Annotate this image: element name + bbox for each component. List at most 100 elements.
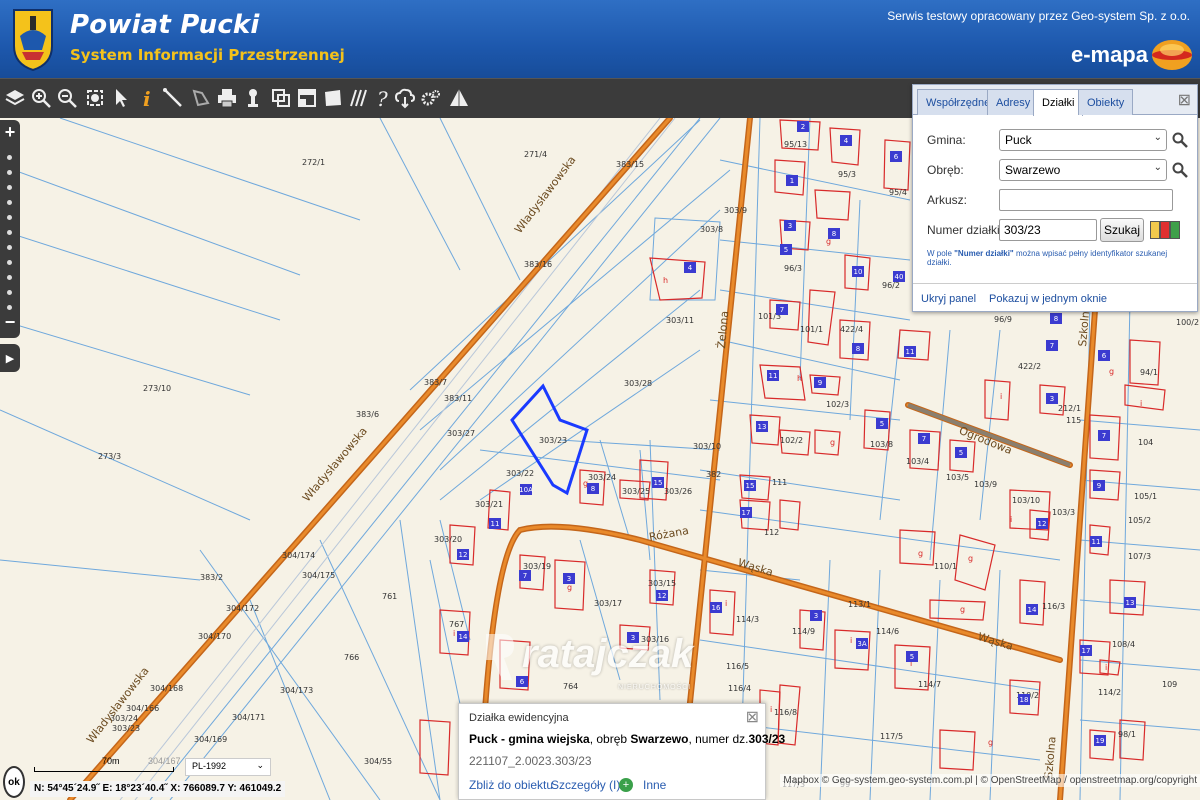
parcel-label[interactable]: 96/9 <box>994 315 1012 324</box>
parcel-label[interactable]: 271/4 <box>524 150 547 159</box>
zoom-level-dot[interactable] <box>7 185 12 190</box>
parcel-label[interactable]: 303/26 <box>664 487 692 496</box>
parcel-label[interactable]: 383/11 <box>444 394 472 403</box>
info-icon[interactable]: i <box>134 83 160 113</box>
parcel-label[interactable]: 103/3 <box>1052 508 1075 517</box>
zoom-level-dot[interactable] <box>7 245 12 250</box>
zoom-level-dot[interactable] <box>7 275 12 280</box>
parcel-label[interactable]: 304/172 <box>226 604 259 613</box>
parcel-label[interactable]: 103/4 <box>906 457 929 466</box>
parcel-label[interactable]: 304/166 <box>126 704 159 713</box>
parcel-label[interactable]: 95/4 <box>889 188 907 197</box>
parcel-label[interactable]: 103/5 <box>946 473 969 482</box>
parcel-label[interactable]: 304/55 <box>364 757 392 766</box>
parcel-label[interactable]: 304/174 <box>282 551 315 560</box>
parcel-label[interactable]: 96/3 <box>784 264 802 273</box>
parcel-label[interactable]: 95/13 <box>784 140 807 149</box>
close-icon[interactable]: ⊠ <box>1178 90 1191 110</box>
crs-select[interactable]: PL-1992 ⌄ <box>185 758 271 776</box>
search-icon[interactable] <box>1172 162 1188 178</box>
parcel-label[interactable]: 103/9 <box>974 480 997 489</box>
measure-line-icon[interactable] <box>160 83 186 113</box>
swatch-yellow[interactable] <box>1150 221 1160 239</box>
parcel-label[interactable]: 303/23 <box>112 724 140 733</box>
parcel-label[interactable]: 113/1 <box>848 600 871 609</box>
parcel-label[interactable]: 112 <box>764 528 779 537</box>
parcel-label[interactable]: 115 <box>1066 416 1081 425</box>
zoom-level-dot[interactable] <box>7 230 12 235</box>
parcel-label[interactable]: 116/8 <box>774 708 797 717</box>
parcel-label[interactable]: 103/8 <box>870 440 893 449</box>
parcel-label[interactable]: 111 <box>772 478 787 487</box>
parcel-label[interactable]: 761 <box>382 592 397 601</box>
zoom-plus-button[interactable]: + <box>0 122 20 143</box>
zoom-in-icon[interactable] <box>28 83 54 113</box>
parcel-label[interactable]: 303/8 <box>700 225 723 234</box>
zoom-slider[interactable]: + − <box>0 120 20 338</box>
zoom-level-dot[interactable] <box>7 305 12 310</box>
zoom-level-dot[interactable] <box>7 200 12 205</box>
parcel-label[interactable]: 108/4 <box>1112 640 1135 649</box>
pin-icon[interactable] <box>240 83 266 113</box>
parcel-label[interactable]: 116/5 <box>726 662 749 671</box>
swatch-red[interactable] <box>1160 221 1170 239</box>
copy-icon[interactable] <box>268 83 294 113</box>
parcel-label[interactable]: 383/16 <box>524 260 552 269</box>
zoom-level-dot[interactable] <box>7 260 12 265</box>
expand-panel-button[interactable]: ▶ <box>0 344 20 372</box>
parcel-label[interactable]: 273/3 <box>98 452 121 461</box>
parcel-label[interactable]: 114/9 <box>792 627 815 636</box>
parcel-label[interactable]: 767 <box>449 620 464 629</box>
tab-obiekty[interactable]: Obiekty <box>1078 89 1134 115</box>
parcel-label[interactable]: 105/1 <box>1134 492 1157 501</box>
parcel-label[interactable]: 382 <box>706 470 721 479</box>
parcel-label[interactable]: 104 <box>1138 438 1153 447</box>
zoom-level-dot[interactable] <box>7 290 12 295</box>
parcel-label[interactable]: 303/22 <box>506 469 534 478</box>
swatch-green[interactable] <box>1170 221 1180 239</box>
parcel-label[interactable]: 422/2 <box>1018 362 1041 371</box>
pointer-icon[interactable] <box>108 83 134 113</box>
parcel-label[interactable]: 304/170 <box>198 632 231 641</box>
parcel-label-selected[interactable]: 303/23 <box>539 436 567 445</box>
parcel-label[interactable]: 103/10 <box>1012 496 1040 505</box>
parcel-label[interactable]: 303/15 <box>648 579 676 588</box>
emapa-logo-text[interactable]: e-mapa <box>1071 42 1148 68</box>
parcel-number-field[interactable]: 303/23 <box>999 219 1097 241</box>
parcel-label[interactable]: 303/24 <box>588 473 616 482</box>
parcel-label[interactable]: 102/2 <box>780 436 803 445</box>
search-icon[interactable] <box>1172 132 1188 148</box>
parcel-label[interactable]: 303/28 <box>624 379 652 388</box>
parcel-label[interactable]: 96/2 <box>882 281 900 290</box>
print-icon[interactable] <box>214 83 240 113</box>
parcel-label[interactable]: 303/9 <box>724 206 747 215</box>
parcel-label[interactable]: 304/171 <box>232 713 265 722</box>
parcel-label[interactable]: 116/4 <box>728 684 751 693</box>
hide-panel-link[interactable]: Ukryj panel <box>921 293 976 305</box>
parcel-label[interactable]: 212/1 <box>1058 404 1081 413</box>
zoom-level-dot[interactable] <box>7 170 12 175</box>
parcel-label[interactable]: 422/4 <box>840 325 863 334</box>
parcel-label[interactable]: 303/25 <box>622 487 650 496</box>
more-link[interactable]: Inne <box>643 778 666 792</box>
layout-icon[interactable] <box>294 83 320 113</box>
parcel-label[interactable]: 101/1 <box>800 325 823 334</box>
layers-icon[interactable] <box>2 83 28 113</box>
zoom-out-icon[interactable] <box>54 83 80 113</box>
parcel-label[interactable]: 272/1 <box>302 158 325 167</box>
zoom-extent-icon[interactable] <box>82 83 108 113</box>
parcel-label[interactable]: 303/10 <box>693 442 721 451</box>
zoom-level-dot[interactable] <box>7 155 12 160</box>
parcel-label[interactable]: 102/3 <box>826 400 849 409</box>
parcel-label[interactable]: 114/6 <box>876 627 899 636</box>
parcel-label[interactable]: 95/3 <box>838 170 856 179</box>
parcel-label[interactable]: 273/10 <box>143 384 171 393</box>
tab-adresy[interactable]: Adresy <box>987 89 1040 115</box>
parcel-label[interactable]: 304/173 <box>280 686 313 695</box>
plus-icon[interactable]: + <box>619 778 633 792</box>
parcel-label[interactable]: 766 <box>344 653 359 662</box>
parcel-label[interactable]: 303/11 <box>666 316 694 325</box>
gmina-select[interactable]: Puck ⌄ <box>999 129 1167 151</box>
parcel-label[interactable]: 304/169 <box>194 735 227 744</box>
parcel-label[interactable]: 114/3 <box>736 615 759 624</box>
